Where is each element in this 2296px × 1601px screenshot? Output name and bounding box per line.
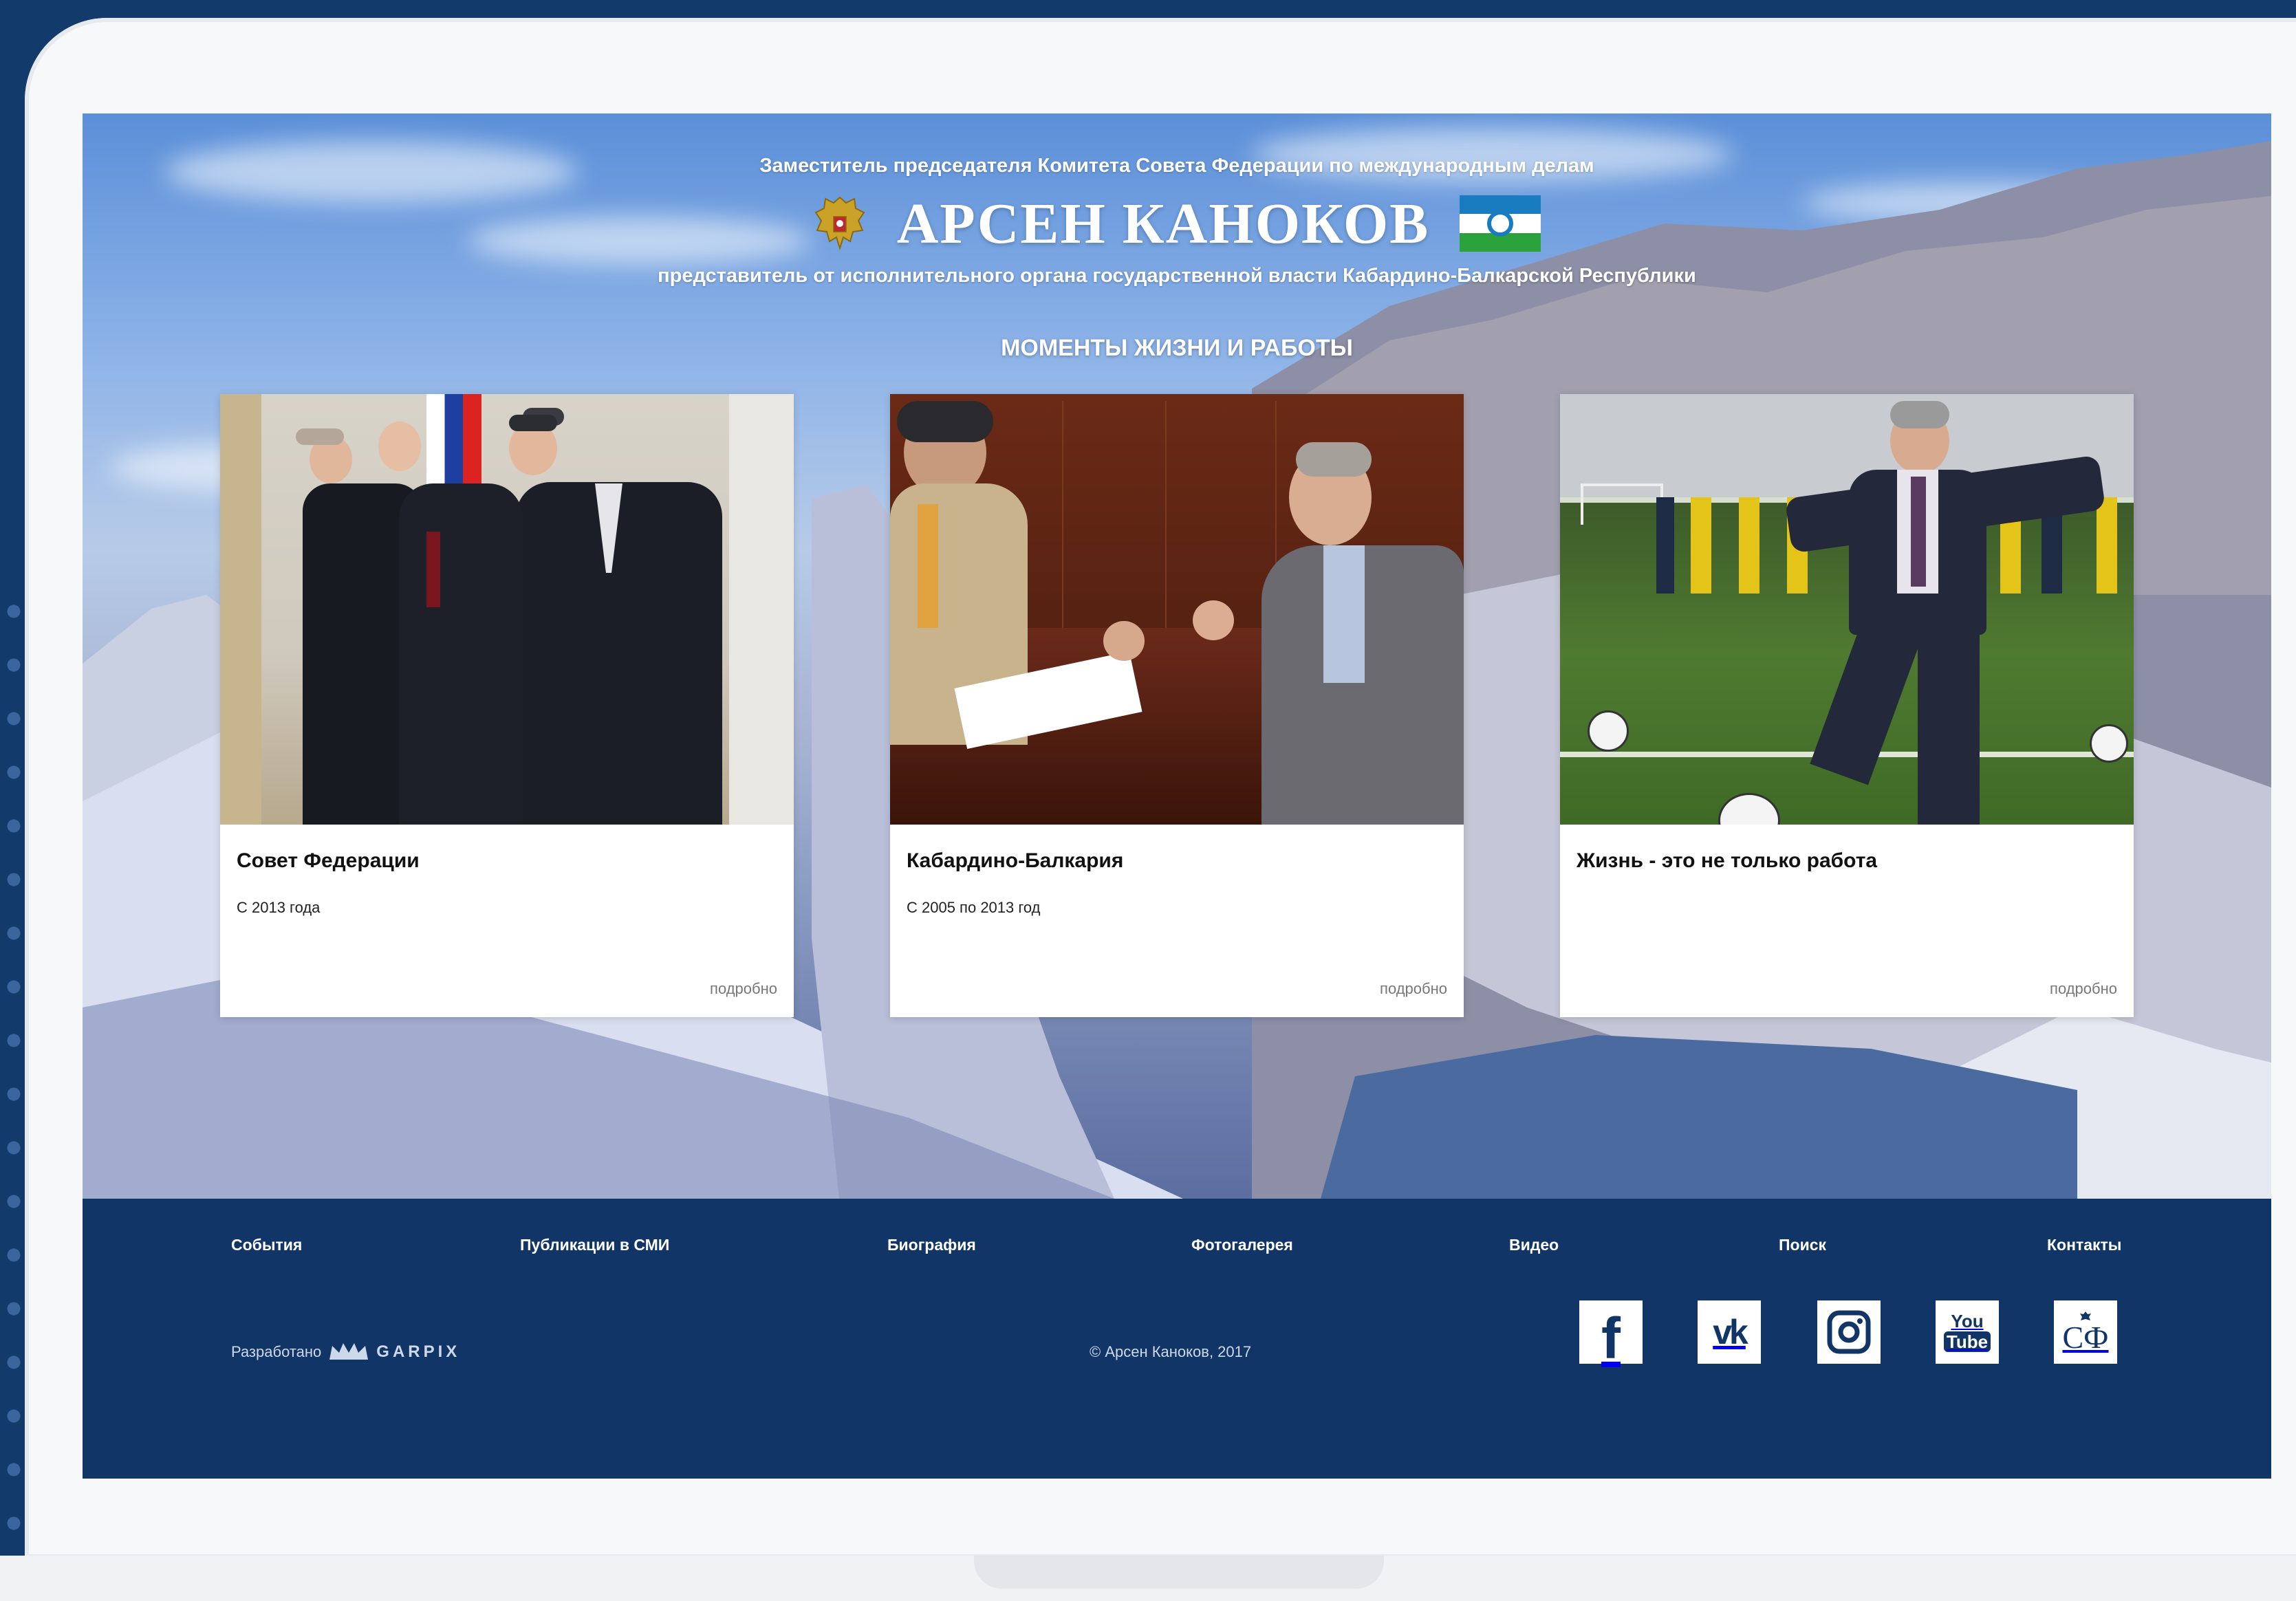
- garpix-logo[interactable]: GARPIX: [328, 1342, 460, 1362]
- section-title: МОМЕНТЫ ЖИЗНИ И РАБОТЫ: [1001, 335, 1353, 361]
- card-photo: [1560, 394, 2134, 825]
- card-title: Совет Федерации: [237, 849, 420, 872]
- card-title: Жизнь - это не только работа: [1577, 849, 1878, 872]
- council-federation-icon[interactable]: СФ: [2054, 1300, 2117, 1364]
- facebook-glyph: f: [1601, 1305, 1621, 1371]
- vk-glyph: vk: [1713, 1313, 1748, 1351]
- card-federation-council[interactable]: Совет Федерации С 2013 года подробно: [220, 394, 794, 1017]
- more-link[interactable]: подробно: [2050, 980, 2117, 998]
- more-link[interactable]: подробно: [710, 980, 777, 998]
- footer-nav-biography[interactable]: Биография: [887, 1236, 976, 1254]
- council-federation-text: СФ: [2062, 1320, 2109, 1355]
- developed-by-label: Разработано: [231, 1343, 322, 1360]
- footer: События Публикации в СМИ Биография Фотог…: [83, 1199, 2271, 1479]
- card-date: С 2005 по 2013 год: [907, 899, 1041, 916]
- title-row: АРСЕН КАНОКОВ: [83, 189, 2271, 258]
- youtube-glyph: You Tube: [1943, 1311, 1991, 1352]
- instagram-icon[interactable]: [1817, 1300, 1881, 1364]
- russian-coat-of-arms-icon: [814, 196, 865, 251]
- decorative-dots: [0, 585, 28, 1547]
- footer-nav-events[interactable]: События: [231, 1236, 302, 1254]
- page-title: АРСЕН КАНОКОВ: [896, 191, 1430, 256]
- facebook-icon[interactable]: f: [1579, 1300, 1643, 1371]
- youtube-icon[interactable]: You Tube: [1936, 1300, 1999, 1364]
- kbr-flag-icon: [1460, 195, 1541, 252]
- laptop-notch: [974, 1556, 1384, 1589]
- instagram-glyph: [1827, 1310, 1871, 1354]
- card-title: Кабардино-Балкария: [907, 849, 1124, 872]
- developer-credit: Разработано GARPIX: [231, 1342, 460, 1362]
- card-kabardino-balkaria[interactable]: Кабардино-Балкария С 2005 по 2013 год по…: [890, 394, 1464, 1017]
- footer-nav-publications[interactable]: Публикации в СМИ: [520, 1236, 669, 1254]
- footer-nav-photo-gallery[interactable]: Фотогалерея: [1191, 1236, 1293, 1254]
- developer-name: GARPIX: [376, 1342, 461, 1361]
- youtube-glyph-bottom: Tube: [1943, 1331, 1991, 1352]
- youtube-glyph-top: You: [1951, 1311, 1984, 1331]
- hero-section: Заместитель председателя Комитета Совета…: [83, 113, 2271, 1199]
- footer-nav-search[interactable]: Поиск: [1779, 1236, 1826, 1254]
- more-link[interactable]: подробно: [1380, 980, 1447, 998]
- vk-icon[interactable]: vk: [1698, 1300, 1761, 1364]
- website-screen: Заместитель председателя Комитета Совета…: [83, 113, 2271, 1479]
- garpix-crown-icon: [329, 1343, 369, 1360]
- flag-emblem: [1487, 210, 1514, 237]
- card-date: С 2013 года: [237, 899, 321, 916]
- footer-nav-video[interactable]: Видео: [1509, 1236, 1559, 1254]
- copyright: © Арсен Каноков, 2017: [1090, 1343, 1252, 1360]
- representative-title: представитель от исполнительного органа …: [658, 265, 1696, 287]
- card-photo: [890, 394, 1464, 825]
- footer-nav-contacts[interactable]: Контакты: [2047, 1236, 2121, 1254]
- position-title: Заместитель председателя Комитета Совета…: [759, 155, 1594, 177]
- card-life-not-only-work[interactable]: Жизнь - это не только работа подробно: [1560, 394, 2134, 1017]
- council-federation-glyph: СФ: [2062, 1311, 2109, 1355]
- card-photo: [220, 394, 794, 825]
